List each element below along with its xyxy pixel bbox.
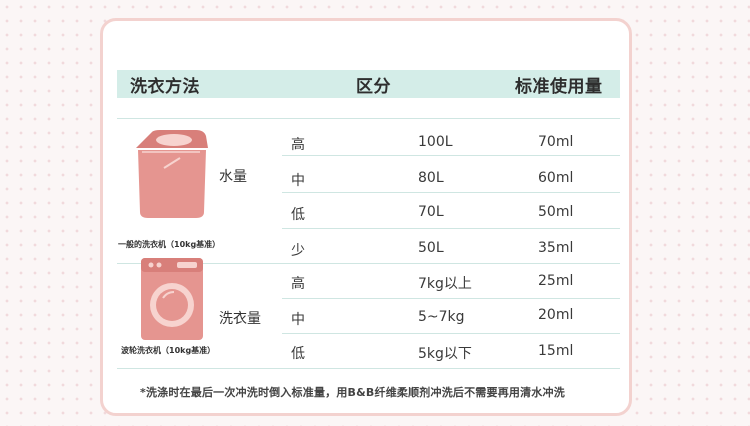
cell-level: 低 — [291, 207, 305, 223]
cell-usage: 20ml — [538, 307, 574, 323]
cell-amount: 80L — [418, 170, 444, 186]
table-divider — [282, 298, 620, 299]
cell-level: 高 — [291, 276, 305, 292]
table-divider — [282, 192, 620, 193]
cell-level: 中 — [291, 312, 305, 328]
table-divider — [282, 228, 620, 229]
cell-usage: 15ml — [538, 343, 574, 359]
cell-amount: 100L — [418, 134, 453, 150]
table-divider — [117, 118, 620, 119]
cell-amount: 70L — [418, 204, 444, 220]
cell-amount: 5~7kg — [418, 309, 465, 325]
cell-usage: 60ml — [538, 170, 574, 186]
cell-amount: 50L — [418, 240, 444, 256]
header-method: 洗衣方法 — [130, 77, 200, 97]
cell-level: 少 — [291, 243, 305, 259]
table-divider — [282, 155, 620, 156]
cell-amount: 5kg以下 — [418, 346, 472, 362]
header-category: 区分 — [356, 77, 391, 97]
washer-caption-pulsator: 波轮洗衣机（10kg基准） — [121, 346, 216, 355]
top-load-washer-icon — [136, 130, 208, 218]
cell-level: 中 — [291, 173, 305, 189]
cell-usage: 70ml — [538, 134, 574, 150]
group-label-laundry: 洗衣量 — [219, 311, 261, 327]
cell-usage: 50ml — [538, 204, 574, 220]
header-usage: 标准使用量 — [515, 77, 603, 97]
group-label-water: 水量 — [219, 169, 247, 185]
front-load-washer-icon — [141, 258, 203, 340]
cell-level: 低 — [291, 346, 305, 362]
footnote: *洗涤时在最后一次冲洗时倒入标准量，用B&B纤维柔顺剂冲洗后不需要再用清水冲洗 — [140, 386, 565, 399]
cell-level: 高 — [291, 137, 305, 153]
washer-caption-general: 一般的洗衣机（10kg基准） — [118, 240, 221, 249]
table-divider — [117, 368, 620, 369]
cell-usage: 35ml — [538, 240, 574, 256]
cell-usage: 25ml — [538, 273, 574, 289]
table-divider — [282, 333, 620, 334]
cell-amount: 7kg以上 — [418, 276, 472, 292]
